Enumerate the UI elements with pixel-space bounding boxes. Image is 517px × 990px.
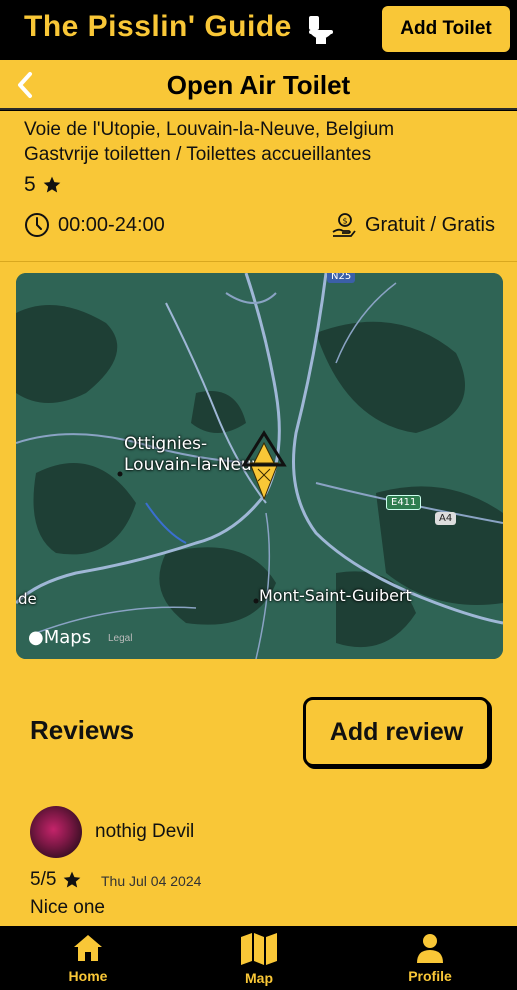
toilet-detail-content: Voie de l'Utopie, Louvain-la-Neuve, Belg… [0,111,517,926]
rating-value: 5 [24,173,36,196]
divider [0,261,517,262]
fee-text: Gratuit / Gratis [364,213,495,236]
home-icon [74,935,102,961]
clock-icon [25,213,49,237]
toilet-rating: 5 [24,173,62,197]
toilet-icon [309,16,333,44]
top-bar: The Pisslin' Guide Add Toilet [0,0,517,60]
toilet-pin-icon[interactable] [240,429,288,501]
review-text: Nice one [30,897,105,918]
review-rating-value: 5/5 [30,869,57,890]
road-badge-top: N25 [327,273,356,283]
tab-map[interactable]: Map [204,932,314,986]
reviews-heading: Reviews [30,715,135,745]
hours-text: 00:00-24:00 [58,213,165,236]
app-title: The Pisslin' Guide [24,10,292,43]
toilet-address: Voie de l'Utopie, Louvain-la-Neuve, Belg… [24,119,395,140]
fee-info: $ Gratuit / Gratis [331,212,495,238]
review-rating: 5/5 [30,869,82,891]
svg-text:$: $ [342,217,347,226]
add-toilet-button[interactable]: Add Toilet [382,6,510,52]
toilet-info: Voie de l'Utopie, Louvain-la-Neuve, Belg… [24,117,394,167]
review-date: Thu Jul 04 2024 [101,873,202,889]
maps-logo: ●Maps [28,627,91,648]
star-icon [64,871,81,888]
map-icon [241,933,277,965]
tab-home[interactable]: Home [33,932,143,984]
road-badge-e411: E411 [386,495,422,510]
location-map[interactable]: Ottignies- Louvain-la-Neuve Mont-Saint-G… [16,273,503,659]
tab-map-label: Map [245,970,273,986]
add-review-button[interactable]: Add review [303,697,490,767]
tab-home-label: Home [68,968,108,984]
opening-hours: 00:00-24:00 [24,212,165,238]
review-username: nothig Devil [95,821,195,842]
apple-logo-icon: ● [28,627,44,648]
tab-profile-label: Profile [408,968,452,984]
maps-logo-text: Maps [43,627,92,648]
town-label: Mont-Saint-Guibert [259,586,412,605]
profile-icon [417,934,443,963]
road-badge-a4: A4 [435,512,457,525]
star-icon [43,176,61,193]
edge-label: de [18,590,37,608]
page-title: Open Air Toilet [166,70,351,100]
tab-profile[interactable]: Profile [375,932,485,984]
bottom-tab-bar: Home Map Profile [0,926,517,990]
toilet-description: Gastvrije toiletten / Toilettes accueill… [24,144,372,165]
nav-bar: Open Air Toilet [0,60,517,110]
avatar [30,806,82,858]
coin-hand-icon: $ [332,213,356,237]
legal-link[interactable]: Legal [108,633,132,644]
